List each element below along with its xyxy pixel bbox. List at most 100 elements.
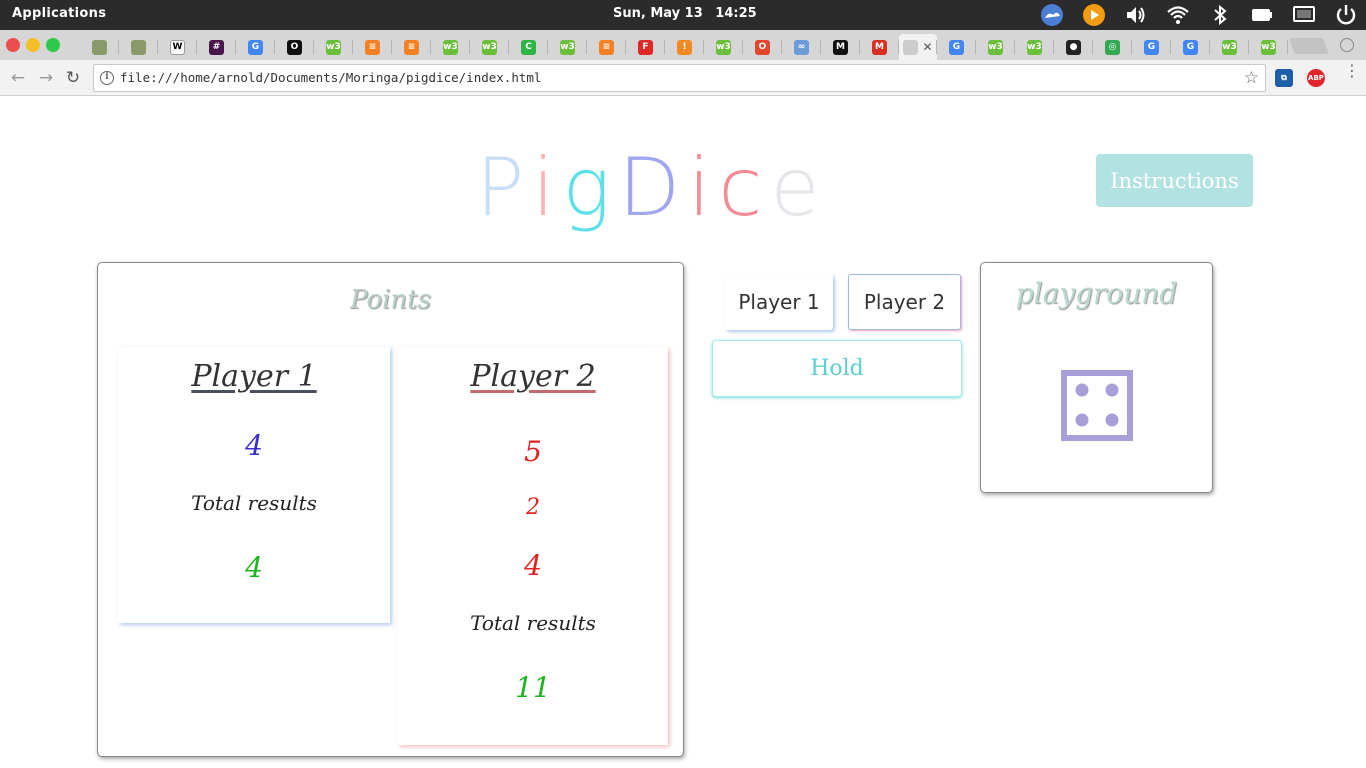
browser-tab[interactable]: w3 xyxy=(314,34,353,60)
minimize-window-button[interactable] xyxy=(26,38,40,52)
player2-roll-button[interactable]: Player 2 xyxy=(848,274,961,330)
instructions-button[interactable]: Instructions xyxy=(1096,154,1253,207)
w3schools-icon: w3 xyxy=(1027,39,1042,55)
maximize-window-button[interactable] xyxy=(46,38,60,52)
window-controls xyxy=(6,38,60,52)
extension-icon[interactable]: ⧉ xyxy=(1275,69,1293,87)
browser-tab[interactable]: ∞ xyxy=(782,34,821,60)
player2-total-label: Total results xyxy=(470,611,596,635)
browser-menu-icon[interactable]: ⋮ xyxy=(1344,63,1360,79)
browser-tab[interactable]: w3 xyxy=(431,34,470,60)
browser-tab[interactable]: G xyxy=(236,34,275,60)
tree-icon xyxy=(92,39,107,55)
browser-tab[interactable]: ≡ xyxy=(353,34,392,60)
browser-tab[interactable]: C xyxy=(509,34,548,60)
player2-roll: 2 xyxy=(526,495,540,520)
applications-menu[interactable]: Applications xyxy=(12,6,106,21)
google-icon: G xyxy=(1183,39,1198,55)
browser-tab[interactable]: ≡ xyxy=(587,34,626,60)
reload-button[interactable]: ↻ xyxy=(63,68,83,88)
browser-tab[interactable]: ✕ xyxy=(899,34,937,60)
new-tab-button[interactable] xyxy=(1289,38,1329,54)
browser-tab[interactable]: M xyxy=(860,34,899,60)
w3schools-icon: w3 xyxy=(1222,39,1237,55)
browser-tab[interactable]: ● xyxy=(1054,34,1093,60)
player1-total: 4 xyxy=(245,551,263,584)
cloud-icon: ∞ xyxy=(794,39,809,55)
die-pip xyxy=(1075,413,1089,427)
browser-tab[interactable]: M xyxy=(821,34,860,60)
browser-tab[interactable]: O xyxy=(275,34,314,60)
wikipedia-icon: W xyxy=(170,39,185,55)
blank-icon xyxy=(903,39,919,55)
slack-icon: # xyxy=(209,39,224,55)
browser-tab[interactable]: w3 xyxy=(1249,34,1288,60)
clock[interactable]: Sun, May 13 14:25 xyxy=(613,6,765,21)
flipboard-icon: F xyxy=(638,39,653,55)
browser-tab[interactable]: w3 xyxy=(470,34,509,60)
adblock-icon[interactable]: ABP xyxy=(1307,69,1325,87)
bluetooth-icon[interactable] xyxy=(1208,3,1232,27)
browser-tab[interactable]: w3 xyxy=(548,34,587,60)
browser-tab[interactable]: w3 xyxy=(1210,34,1249,60)
address-bar[interactable]: i file:///home/arnold/Documents/Moringa/… xyxy=(93,64,1266,92)
opera-icon: O xyxy=(755,39,770,55)
player2-total: 11 xyxy=(515,671,551,704)
die-pip xyxy=(1105,413,1119,427)
page-title: PigDice xyxy=(476,138,828,228)
points-title: Points xyxy=(350,285,431,315)
player1-roll-button[interactable]: Player 1 xyxy=(725,274,833,330)
wifi-icon[interactable] xyxy=(1166,3,1190,27)
close-window-button[interactable] xyxy=(6,38,20,52)
title-letter: c xyxy=(718,141,771,234)
w3schools-icon: w3 xyxy=(482,39,497,55)
battery-icon[interactable] xyxy=(1250,3,1274,27)
browser-tab[interactable] xyxy=(80,34,119,60)
chrome-icon: ◎ xyxy=(1105,39,1120,55)
w3schools-icon: w3 xyxy=(443,39,458,55)
browser-tab[interactable]: w3 xyxy=(1015,34,1054,60)
browser-tab[interactable]: O xyxy=(743,34,782,60)
browser-tab[interactable]: G xyxy=(937,34,976,60)
browser-tab[interactable]: G xyxy=(1132,34,1171,60)
close-tab-icon[interactable]: ✕ xyxy=(922,40,932,54)
browser-tab[interactable]: w3 xyxy=(704,34,743,60)
browser-tab[interactable]: w3 xyxy=(976,34,1015,60)
bookmark-star-icon[interactable]: ☆ xyxy=(1244,68,1259,88)
volume-icon[interactable] xyxy=(1124,3,1148,27)
player1-heading: Player 1 xyxy=(191,359,317,394)
browser-tab[interactable]: ! xyxy=(665,34,704,60)
github-icon: ● xyxy=(1066,39,1081,55)
system-tray xyxy=(1040,3,1358,27)
browser-tab[interactable]: # xyxy=(197,34,236,60)
title-letter: i xyxy=(688,141,719,234)
browser-tab[interactable]: W xyxy=(158,34,197,60)
title-letter: g xyxy=(562,141,619,234)
back-button[interactable]: ← xyxy=(8,68,28,88)
browser-tab[interactable]: G xyxy=(1171,34,1210,60)
browser-tab[interactable]: F xyxy=(626,34,665,60)
google-icon: G xyxy=(949,39,964,55)
browser-tab[interactable] xyxy=(119,34,158,60)
tab-list: W # G Ow3 ≡ ≡ w3 w3 Cw3 ≡ F! w3 O ∞ M M ✕ Gw3 w3 ● ◎ G Gw3 w3 xyxy=(80,34,1288,60)
dice-face-icon xyxy=(1061,370,1133,441)
title-letter: D xyxy=(618,141,689,234)
browser-tab[interactable]: ◎ xyxy=(1093,34,1132,60)
w3schools-icon: w3 xyxy=(326,39,341,55)
power-icon[interactable] xyxy=(1334,3,1358,27)
forward-button[interactable]: → xyxy=(36,68,56,88)
obs-icon: O xyxy=(287,39,302,55)
info-icon[interactable]: i xyxy=(100,71,114,85)
os-top-bar: Applications Sun, May 13 14:25 xyxy=(0,0,1366,30)
title-letter: i xyxy=(532,141,563,234)
player1-total-label: Total results xyxy=(191,491,317,515)
profile-icon[interactable] xyxy=(1340,38,1354,52)
browser-tab[interactable]: ≡ xyxy=(392,34,431,60)
display-icon[interactable] xyxy=(1292,3,1316,27)
player2-heading: Player 2 xyxy=(470,359,596,394)
hold-button[interactable]: Hold xyxy=(712,340,962,397)
tree-icon xyxy=(131,39,146,55)
weather-icon[interactable] xyxy=(1040,3,1064,27)
media-player-icon[interactable] xyxy=(1082,3,1106,27)
die-pip xyxy=(1075,383,1089,397)
